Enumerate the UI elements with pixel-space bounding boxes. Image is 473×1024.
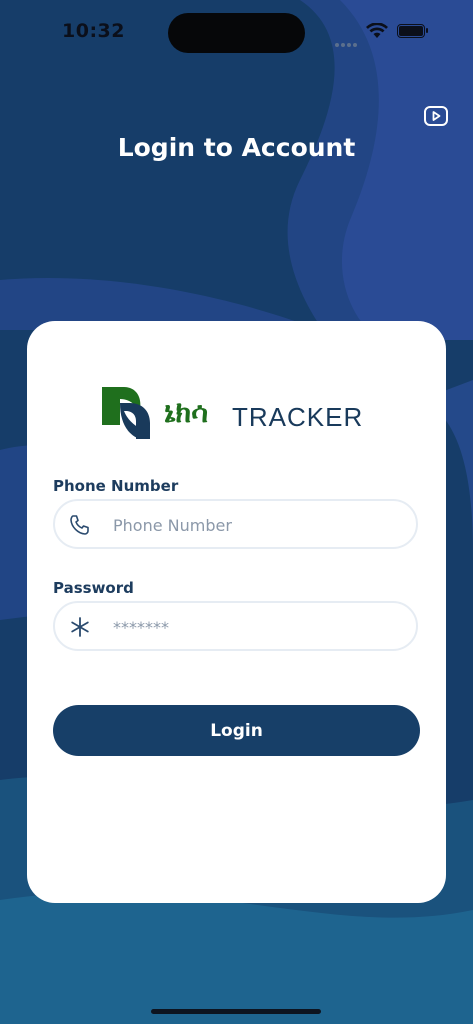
battery-icon [397,24,428,38]
home-indicator [151,1009,321,1014]
asterisk-icon [71,617,89,637]
login-button[interactable]: Login [53,705,420,756]
phone-number-field[interactable] [53,499,418,549]
phone-number-label: Phone Number [53,477,179,495]
logo-amharic-text: ኔክሳ [164,395,209,429]
phone-number-input[interactable] [111,501,405,549]
page-title: Login to Account [117,133,356,162]
logo-mark-icon [102,387,150,439]
phone-icon [70,515,89,535]
status-time: 10:32 [62,20,125,42]
logo-tracker-text: TRACKER [232,402,364,432]
password-label: Password [53,579,134,597]
app-logo: ኔክሳ TRACKER [102,383,382,441]
password-input[interactable] [111,603,405,651]
status-bar: 10:32 [0,0,473,60]
cellular-signal-icon [335,32,359,51]
video-icon[interactable] [423,104,449,128]
login-card: ኔክሳ TRACKER Phone Number Password Login [27,321,446,903]
password-field[interactable] [53,601,418,651]
wifi-icon [366,23,388,38]
dynamic-island [168,13,305,53]
